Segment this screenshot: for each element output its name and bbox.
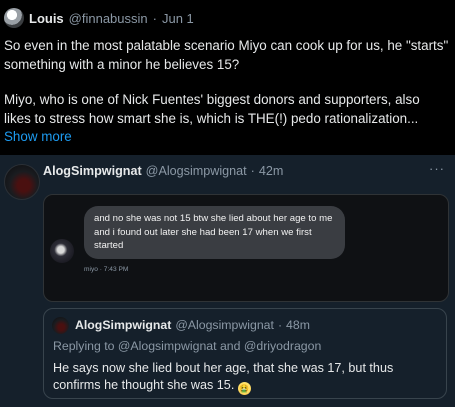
tweet-date[interactable]: Jun 1	[162, 11, 194, 26]
tweet-screenshot: Louis @finnabussin · Jun 1 So even in th…	[0, 0, 455, 407]
reply-meta: AlogSimpwignat @Alogsimpwignat · 42m	[43, 164, 283, 178]
display-name[interactable]: Louis	[29, 11, 64, 26]
tweet-time: 48m	[286, 318, 310, 332]
dm-message-bubble: and no she was not 15 btw she lied about…	[84, 206, 345, 259]
avatar[interactable]	[4, 164, 40, 200]
tweet-paragraph: Miyo, who is one of Nick Fuentes' bigges…	[4, 92, 420, 126]
show-more-link[interactable]: Show more	[4, 128, 450, 147]
dm-message-meta: miyo · 7:43 PM	[84, 266, 129, 273]
separator: ·	[277, 318, 283, 332]
tweet-time[interactable]: 42m	[259, 164, 284, 178]
separator: ·	[152, 10, 157, 26]
quoted-text-body: He says now she lied bout her age, that …	[53, 361, 394, 392]
replying-to: Replying to @Alogsimpwignat and @driyodr…	[53, 339, 322, 353]
more-horizontal-icon[interactable]: ···	[429, 161, 445, 176]
quoted-meta: AlogSimpwignat @Alogsimpwignat · 48m	[75, 318, 310, 332]
attached-image[interactable]: and no she was not 15 btw she lied about…	[43, 194, 449, 302]
tweet-paragraph: So even in the most palatable scenario M…	[4, 38, 449, 72]
avatar[interactable]	[4, 8, 24, 28]
handle: @Alogsimpwignat	[175, 318, 274, 332]
top-tweet[interactable]: Louis @finnabussin · Jun 1 So even in th…	[0, 0, 455, 155]
quoted-tweet[interactable]: AlogSimpwignat @Alogsimpwignat · 48m Rep…	[43, 308, 447, 399]
avatar	[52, 317, 69, 334]
top-tweet-header: Louis @finnabussin · Jun 1	[4, 8, 194, 28]
reply-tweet[interactable]: AlogSimpwignat @Alogsimpwignat · 42m ···…	[0, 155, 455, 407]
display-name[interactable]: AlogSimpwignat	[43, 164, 142, 178]
handle[interactable]: @Alogsimpwignat	[146, 164, 247, 178]
display-name: AlogSimpwignat	[75, 318, 172, 332]
dm-avatar	[50, 239, 74, 263]
separator: ·	[250, 164, 255, 178]
handle[interactable]: @finnabussin	[69, 11, 148, 26]
quoted-tweet-text: He says now she lied bout her age, that …	[53, 360, 441, 395]
vomit-emoji-icon: 🤮	[237, 382, 251, 395]
tweet-text: So even in the most palatable scenario M…	[4, 37, 450, 147]
reply-tweet-header: AlogSimpwignat @Alogsimpwignat · 42m ···	[0, 155, 455, 200]
